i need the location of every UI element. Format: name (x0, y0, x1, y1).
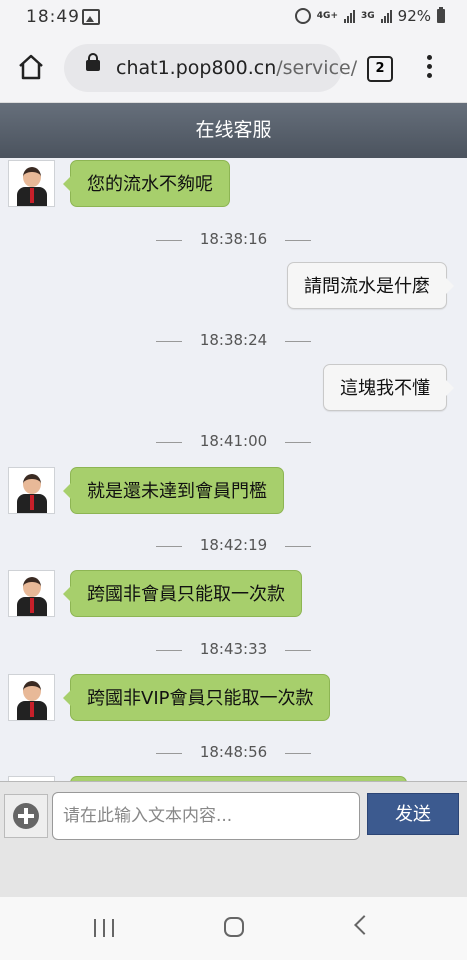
message-timestamp: 18:48:56 (0, 743, 467, 761)
lock-icon (86, 53, 100, 71)
agent-avatar (8, 570, 55, 617)
chat-input-area: 发送 (0, 781, 467, 898)
status-icons: 4G+ 3G 92% (294, 7, 445, 25)
battery-percent: 92% (397, 7, 431, 25)
url-path: /service/ (276, 57, 358, 79)
status-bar: 18:49 4G+ 3G 92% (0, 0, 467, 34)
tab-switcher-button[interactable]: 2 (367, 56, 393, 82)
add-attachment-button[interactable] (4, 794, 48, 838)
message-input[interactable] (52, 792, 360, 840)
agent-avatar (8, 467, 55, 514)
plus-icon (13, 803, 39, 829)
image-notification-icon (82, 9, 100, 25)
address-bar[interactable]: chat1.pop800.cn/service/ (64, 44, 357, 92)
send-button[interactable]: 发送 (367, 793, 459, 835)
timestamp-text: 18:41:00 (181, 432, 286, 450)
message-timestamp: 18:43:33 (0, 640, 467, 658)
message-timestamp: 18:38:16 (0, 230, 467, 248)
alarm-icon (294, 8, 311, 24)
timestamp-text: 18:38:16 (181, 230, 286, 248)
url-text[interactable]: chat1.pop800.cn/service/ (116, 57, 357, 79)
back-icon[interactable] (354, 915, 374, 935)
timestamp-text: 18:43:33 (181, 640, 286, 658)
chat-header-title: 在线客服 (0, 103, 467, 158)
signal-icon (344, 9, 355, 23)
battery-icon (437, 7, 445, 23)
agent-message: 就是還未達到會員門檻 (63, 467, 284, 514)
agent-avatar (8, 674, 55, 721)
user-message: 這塊我不懂 (323, 364, 454, 411)
network-type-1: 4G+ (316, 10, 338, 21)
signal-icon-2 (380, 9, 392, 23)
agent-message: 跨國非VIP會員只能取一次款 (62, 674, 331, 721)
message-timestamp: 18:38:24 (0, 331, 467, 349)
agent-message: 您的流水不夠呢 (63, 160, 230, 207)
timestamp-text: 18:48:56 (181, 743, 286, 761)
status-time: 18:49 (26, 7, 80, 27)
home-button-icon[interactable] (224, 917, 244, 937)
message-timestamp: 18:41:00 (0, 432, 467, 450)
agent-message: 跨國非會員只能取一次款 (63, 570, 302, 617)
browser-toolbar: chat1.pop800.cn/service/ 2 (0, 34, 467, 103)
message-list[interactable]: 您的流水不夠呢 18:38:16 請問流水是什麼 18:38:24 這塊我不懂 … (0, 158, 467, 781)
network-type-2: 3G (361, 10, 375, 21)
system-navigation-bar (0, 897, 467, 960)
timestamp-text: 18:42:19 (181, 536, 286, 554)
home-icon[interactable] (18, 54, 44, 80)
timestamp-text: 18:38:24 (181, 331, 286, 349)
recent-apps-icon[interactable] (94, 919, 114, 937)
agent-avatar (8, 160, 55, 207)
url-host: chat1.pop800.cn (116, 57, 277, 79)
message-timestamp: 18:42:19 (0, 536, 467, 554)
more-menu-icon[interactable] (427, 55, 433, 81)
user-message: 請問流水是什麼 (287, 262, 454, 309)
